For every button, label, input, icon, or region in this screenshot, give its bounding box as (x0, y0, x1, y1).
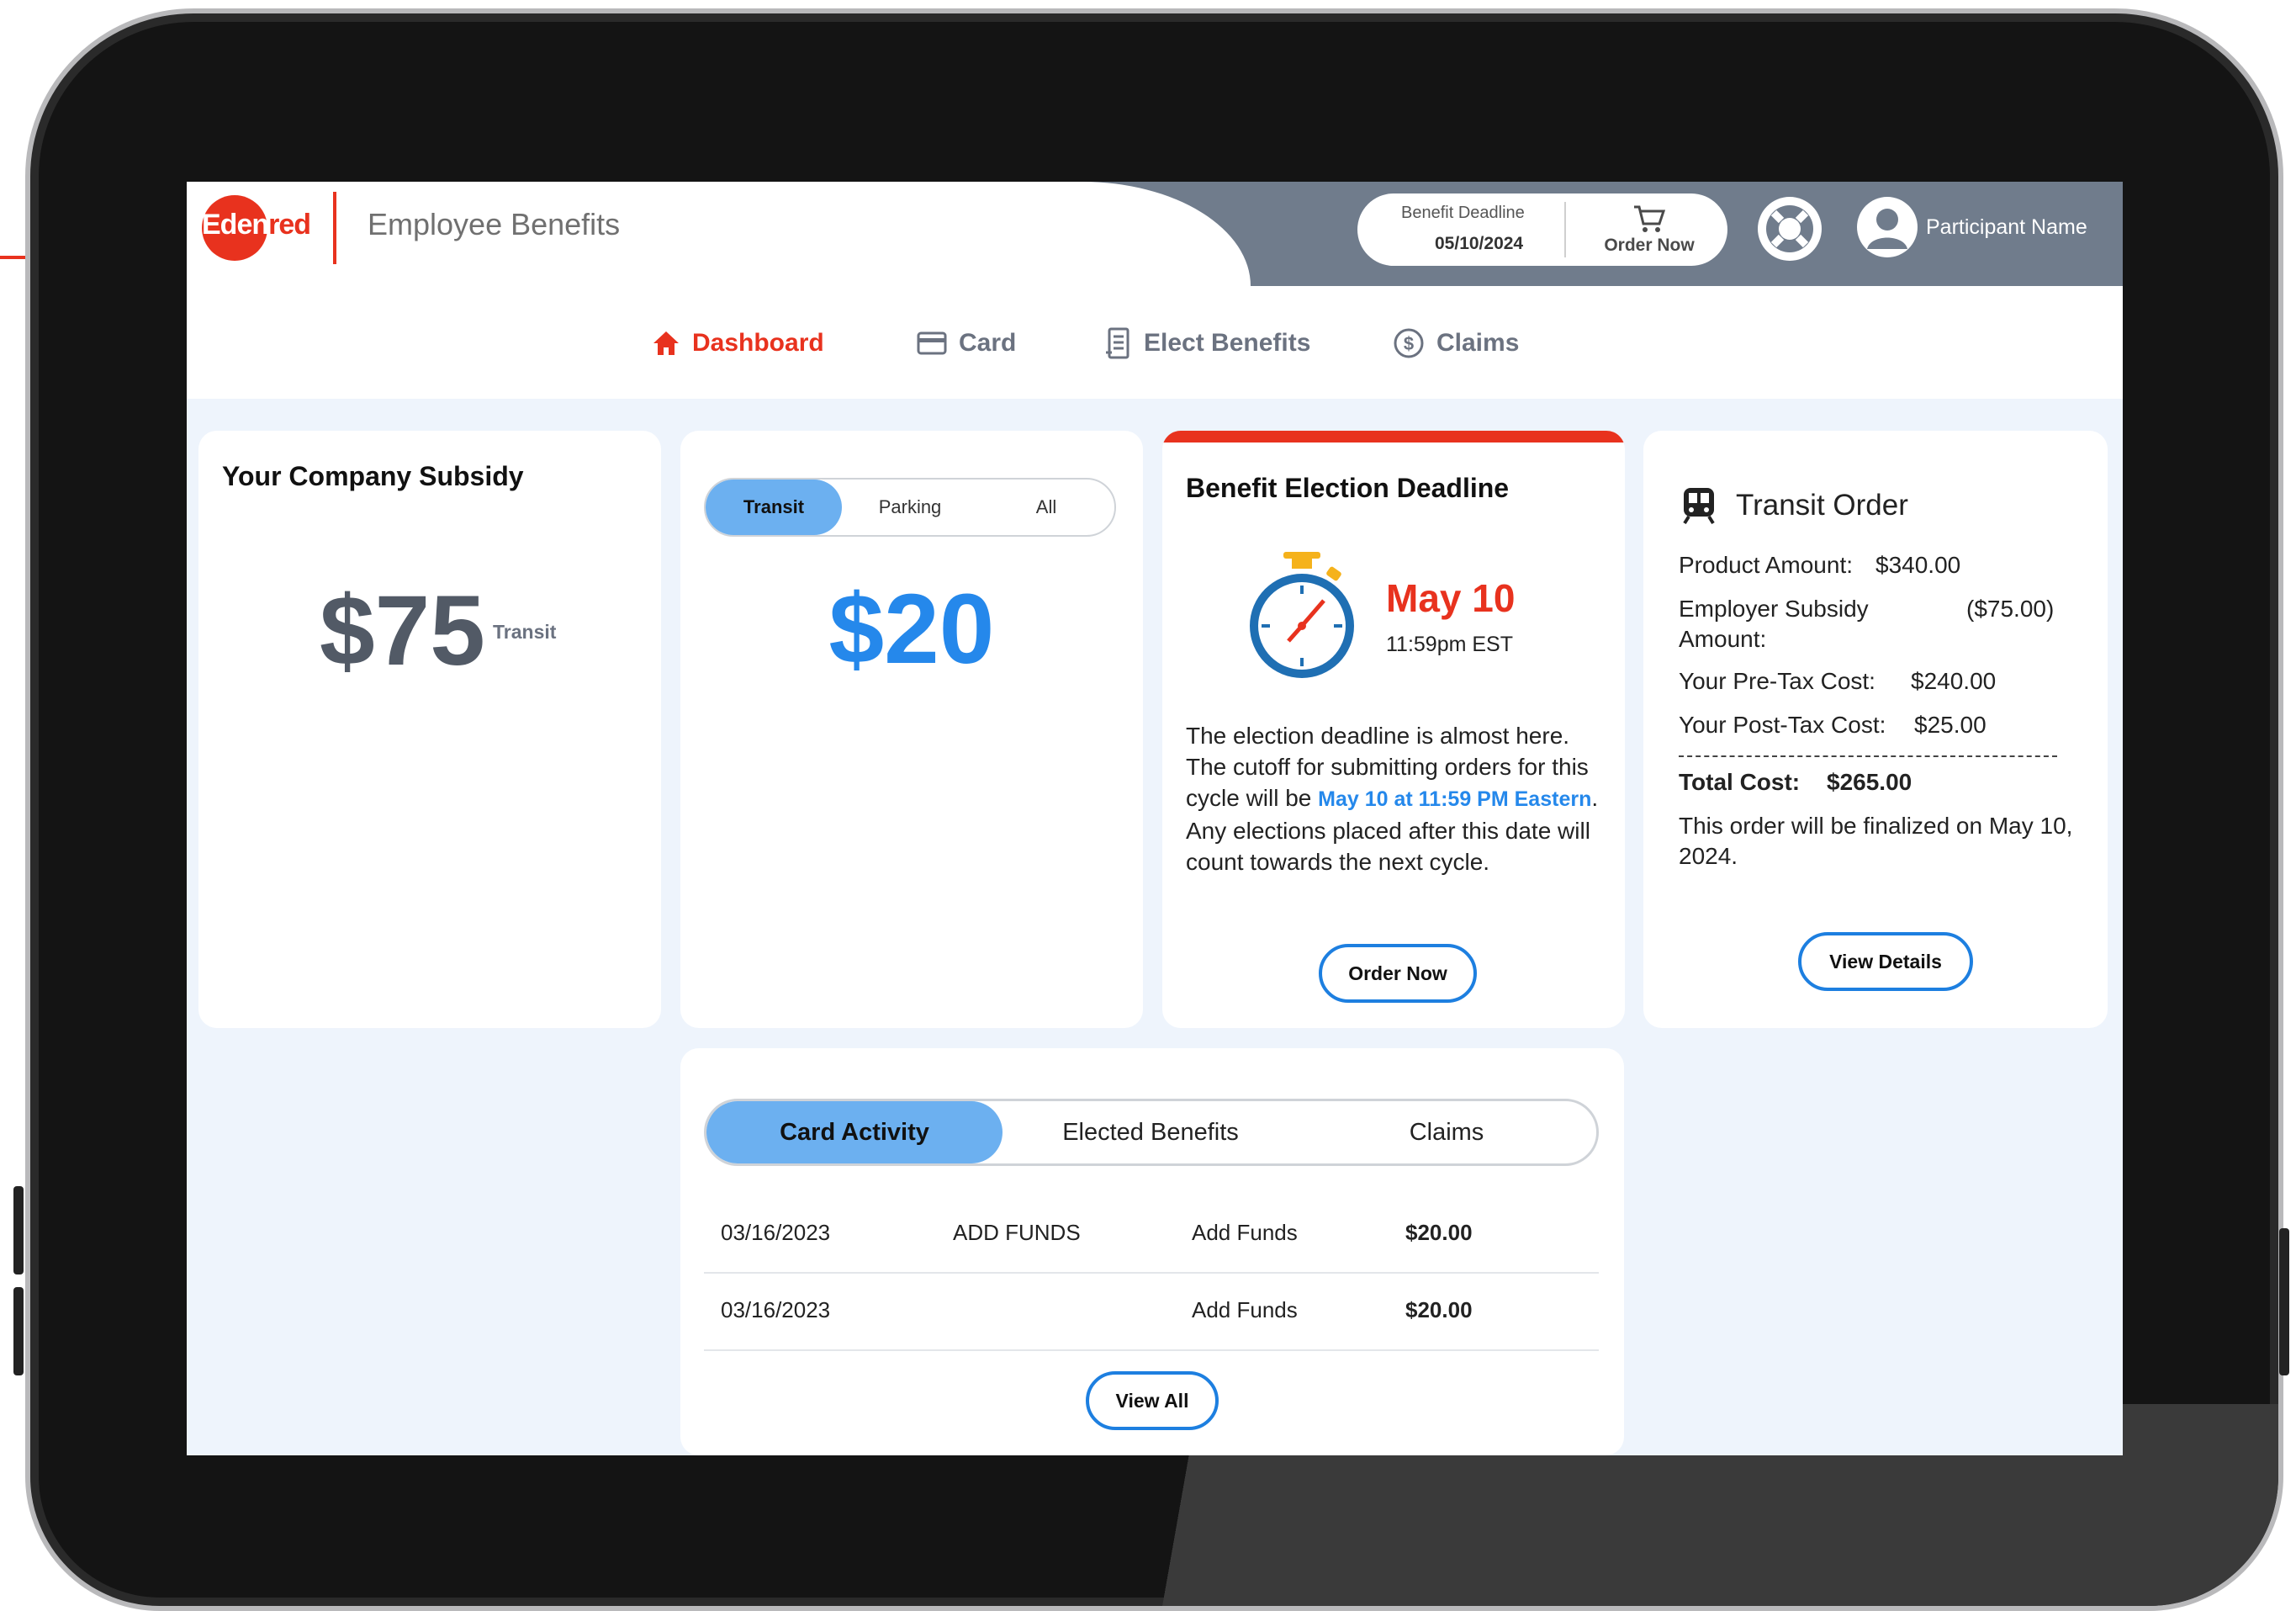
table-row[interactable]: 03/16/2023 ADD FUNDS Add Funds $20.00 (704, 1196, 1599, 1274)
svg-text:$: $ (1404, 333, 1414, 354)
volume-up-button (13, 1186, 24, 1274)
tab-elected-benefits[interactable]: Elected Benefits (1003, 1101, 1299, 1163)
benefit-deadline-label: Benefit Deadline (1401, 204, 1525, 222)
nav-elect-benefits[interactable]: Elect Benefits (1105, 325, 1310, 362)
deadline-body-part3: Any elections placed after this date wil… (1186, 818, 1590, 875)
product-amount-label: Product Amount: (1679, 552, 1854, 578)
order-divider (1679, 755, 2057, 757)
order-now-header-button[interactable]: Order Now (1578, 200, 1721, 259)
header-brand-area: Edenred Employee Benefits (187, 182, 1251, 286)
deadline-time: 11:59pm EST (1386, 633, 1514, 656)
view-all-button[interactable]: View All (1086, 1371, 1219, 1430)
participant-name[interactable]: Participant Name (1926, 215, 2087, 240)
row-type: Add Funds (1192, 1220, 1298, 1245)
benefit-deadline-card: Benefit Election Deadline May 10 11:59pm… (1162, 431, 1625, 1028)
benefit-deadline-pill: Benefit Deadline 05/10/2024 Order Now (1357, 193, 1727, 266)
pill-divider (1564, 202, 1566, 257)
employer-subsidy-value: ($75.00) (1966, 596, 2055, 622)
row-description: ADD FUNDS (953, 1220, 1081, 1245)
app-screen: Edenred Employee Benefits Benefit Deadli… (187, 182, 2123, 1455)
toggle-parking[interactable]: Parking (842, 480, 978, 535)
total-cost-value: $265.00 (1827, 769, 1912, 795)
product-amount-value: $340.00 (1875, 552, 1961, 578)
balance-amount: $20 (828, 574, 995, 685)
employer-subsidy-label-2: Amount: (1679, 626, 1767, 652)
row-amount: $20.00 (1405, 1220, 1473, 1245)
train-icon (1683, 488, 1715, 525)
activity-card: Card Activity Elected Benefits Claims 03… (680, 1048, 1624, 1455)
page-accent-line (0, 256, 25, 259)
row-amount: $20.00 (1405, 1297, 1473, 1322)
toggle-all[interactable]: All (978, 480, 1114, 535)
transit-order-card: Transit Order Product Amount: $340.00 Em… (1643, 431, 2108, 1028)
order-now-button[interactable]: Order Now (1319, 944, 1477, 1003)
nav-dashboard[interactable]: Dashboard (652, 325, 824, 362)
posttax-cost-value: $25.00 (1914, 712, 1987, 738)
deadline-body-part2: . (1591, 785, 1599, 811)
deadline-body-highlight: May 10 at 11:59 PM Eastern (1318, 787, 1592, 811)
total-cost-label: Total Cost: (1679, 769, 1801, 795)
pretax-cost-value: $240.00 (1911, 668, 1997, 694)
tab-claims[interactable]: Claims (1299, 1101, 1595, 1163)
view-details-button[interactable]: View Details (1798, 932, 1973, 991)
volume-down-button (13, 1287, 24, 1375)
tab-card-activity[interactable]: Card Activity (706, 1101, 1003, 1163)
app-title: Employee Benefits (368, 207, 621, 241)
deadline-description: The election deadline is almost here. Th… (1186, 720, 1606, 877)
subsidy-amount: $75 (320, 575, 485, 686)
employer-subsidy-label: Employer Subsidy (1679, 596, 1869, 622)
nav-claims-label: Claims (1436, 329, 1520, 357)
balance-card: Transit Parking All $20 (680, 431, 1143, 1028)
deadline-title: Benefit Election Deadline (1186, 473, 1510, 503)
nav-card-label: Card (959, 329, 1017, 357)
pretax-cost-label: Your Pre-Tax Cost: (1679, 668, 1875, 694)
lifebuoy-icon[interactable] (1758, 197, 1822, 261)
app-header: Edenred Employee Benefits Benefit Deadli… (187, 182, 2123, 286)
transit-order-header: Transit Order (1682, 486, 1908, 525)
nav-card[interactable]: Card (917, 325, 1016, 362)
transit-order-title: Transit Order (1736, 489, 1908, 522)
order-now-label: Order Now (1604, 236, 1695, 255)
nav-elect-benefits-label: Elect Benefits (1144, 329, 1311, 357)
row-type: Add Funds (1192, 1297, 1298, 1322)
subsidy-title: Your Company Subsidy (222, 461, 524, 491)
nav-dashboard-label: Dashboard (692, 329, 824, 357)
dollar-icon: $ (1394, 328, 1424, 358)
logo-text: Edenred (202, 209, 311, 241)
deadline-accent-bar (1162, 431, 1625, 442)
order-finalize-note: This order will be finalized on May 10, … (1679, 813, 2073, 869)
home-icon (653, 331, 679, 355)
activity-tabs: Card Activity Elected Benefits Claims (704, 1099, 1599, 1166)
nav-claims[interactable]: $ Claims (1393, 325, 1519, 362)
main-nav: Dashboard Card Elect Benefits $ Claims (187, 286, 2123, 399)
row-date: 03/16/2023 (721, 1297, 831, 1322)
company-subsidy-card: Your Company Subsidy $75 Transit (198, 431, 661, 1028)
balance-type-toggle: Transit Parking All (704, 478, 1116, 537)
user-avatar-icon[interactable] (1857, 197, 1918, 257)
stopwatch-icon (1250, 552, 1354, 678)
receipt-icon (1106, 327, 1129, 359)
deadline-date: May 10 (1386, 576, 1516, 620)
power-button (2279, 1228, 2289, 1375)
table-row[interactable]: 03/16/2023 Add Funds $20.00 (704, 1274, 1599, 1351)
posttax-cost-label: Your Post-Tax Cost: (1679, 712, 1886, 738)
benefit-deadline-date: 05/10/2024 (1435, 234, 1524, 253)
row-date: 03/16/2023 (721, 1220, 831, 1245)
card-icon (917, 331, 947, 355)
cart-icon (1634, 205, 1666, 232)
subsidy-type: Transit (493, 621, 557, 643)
logo-divider (333, 192, 336, 264)
toggle-transit[interactable]: Transit (706, 480, 842, 535)
